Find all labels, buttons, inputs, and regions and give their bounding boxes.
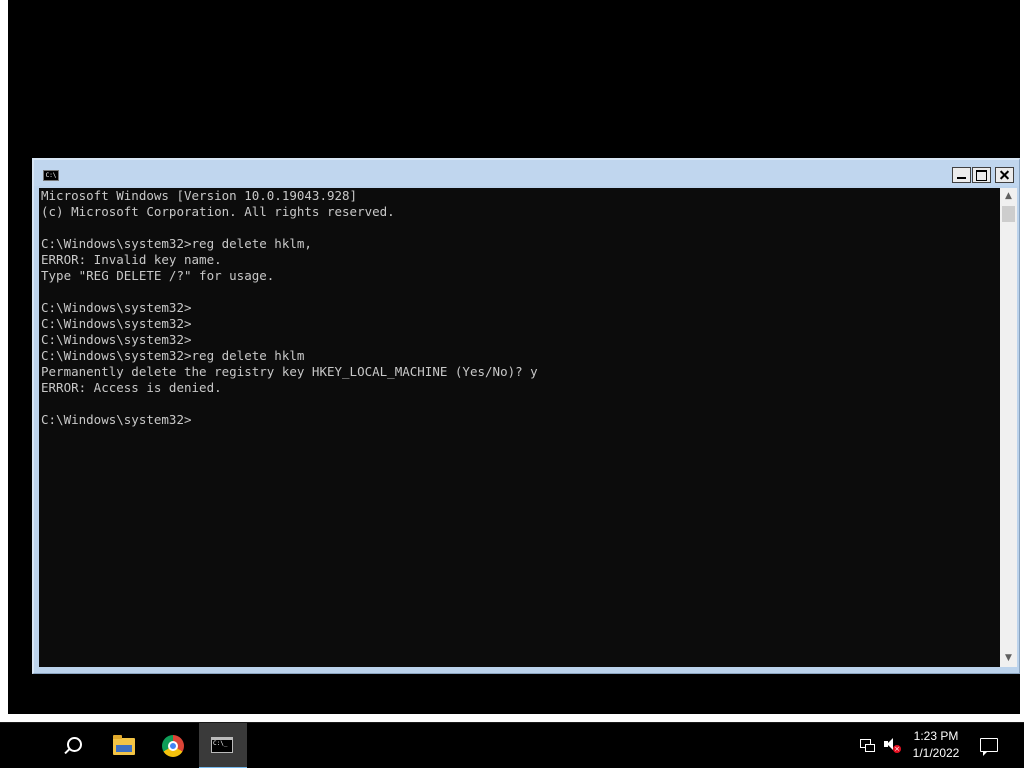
console-line: Permanently delete the registry key HKEY… <box>41 364 538 379</box>
scroll-thumb[interactable] <box>1002 206 1015 222</box>
scroll-up-button[interactable]: ▲ <box>1000 188 1017 205</box>
title-bar[interactable]: C:\ <box>34 160 1019 186</box>
clock-date: 1/1/2022 <box>912 746 960 760</box>
maximize-button[interactable] <box>972 167 991 183</box>
cmd-icon[interactable]: C:\ <box>43 170 59 181</box>
file-explorer-icon <box>113 735 135 755</box>
clock[interactable]: 1:23 PM 1/1/2022 <box>904 728 968 762</box>
taskbar-command-prompt-button[interactable]: C:\_ <box>199 723 247 768</box>
taskbar-search-button[interactable] <box>50 723 96 768</box>
console-line: C:\Windows\system32>reg delete hklm <box>41 348 305 363</box>
clock-time: 1:23 PM <box>913 729 959 743</box>
console-text: Microsoft Windows [Version 10.0.19043.92… <box>39 188 1000 428</box>
console-line: (c) Microsoft Corporation. All rights re… <box>41 204 395 219</box>
console-line: C:\Windows\system32> <box>41 300 192 315</box>
console-line: Type "REG DELETE /?" for usage. <box>41 268 275 283</box>
taskbar: C:\_ × 1:23 PM 1/1/2022 <box>0 722 1024 768</box>
search-icon <box>67 737 82 752</box>
console-line: ERROR: Access is denied. <box>41 380 222 395</box>
console-line: ERROR: Invalid key name. <box>41 252 222 267</box>
taskbar-file-explorer-button[interactable] <box>100 723 146 768</box>
console-line: Microsoft Windows [Version 10.0.19043.92… <box>41 188 358 203</box>
console-line: C:\Windows\system32> <box>41 332 192 347</box>
taskbar-chrome-button[interactable] <box>150 723 196 768</box>
command-prompt-window[interactable]: C:\ Microsoft Windows [Version 10.0.1904… <box>32 158 1020 674</box>
network-icon[interactable] <box>858 738 875 754</box>
console-line: C:\Windows\system32>reg delete hklm, <box>41 236 312 251</box>
scroll-down-button[interactable]: ▼ <box>1000 650 1017 667</box>
chrome-icon <box>162 735 184 757</box>
vertical-scrollbar[interactable]: ▲ ▼ <box>1000 188 1017 667</box>
close-button[interactable] <box>995 167 1014 183</box>
console-output[interactable]: Microsoft Windows [Version 10.0.19043.92… <box>39 188 1000 667</box>
console-line: C:\Windows\system32> <box>41 316 192 331</box>
notification-icon[interactable] <box>980 738 998 756</box>
command-prompt-icon: C:\_ <box>211 737 233 753</box>
screen: C:\ Microsoft Windows [Version 10.0.1904… <box>0 0 1024 768</box>
console-line: C:\Windows\system32> <box>41 412 192 427</box>
minimize-button[interactable] <box>952 167 971 183</box>
volume-muted-icon[interactable]: × <box>882 737 902 755</box>
